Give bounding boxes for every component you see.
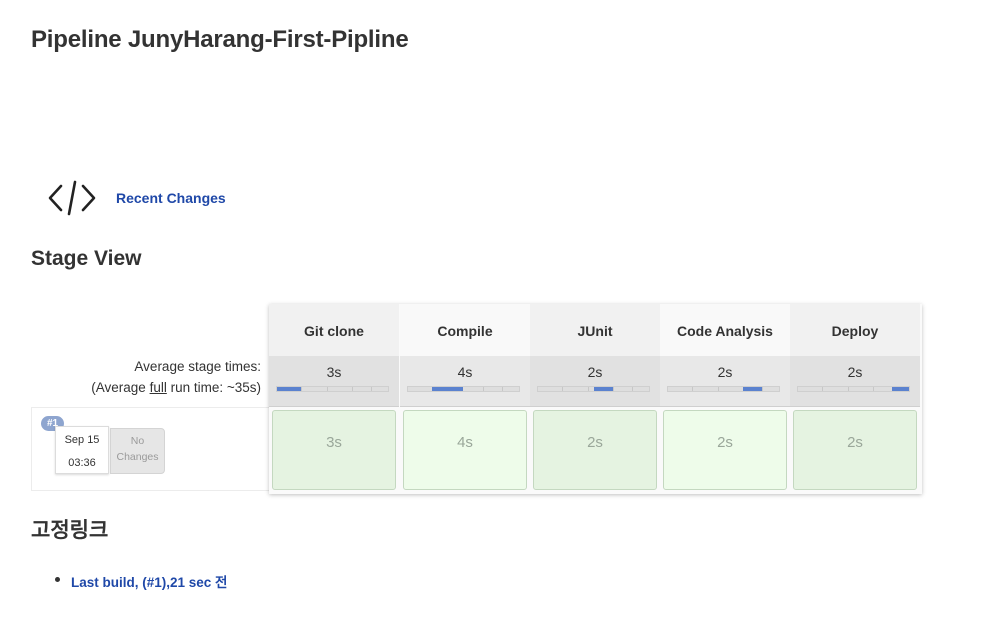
bar-tick [692, 387, 694, 391]
stage-result-cell[interactable]: 2s [793, 410, 917, 490]
last-build-link[interactable]: Last build, (#1),21 sec 전 [71, 575, 227, 590]
stage-result-cell[interactable]: 2s [533, 410, 657, 490]
bar-tick [632, 387, 634, 391]
permalinks-list: Last build, (#1),21 sec 전 [55, 571, 227, 591]
bar-tick [613, 387, 615, 391]
bar-tick [562, 387, 564, 391]
stage-duration-fill [432, 387, 464, 391]
stage-average-time: 3s [326, 364, 342, 380]
list-item: Last build, (#1),21 sec 전 [55, 571, 227, 591]
average-stage-times-label: Average stage times: [134, 359, 261, 374]
build-row-header: #1 Sep 15 03:36 No Changes [31, 407, 269, 491]
stage-header: Compile [400, 304, 530, 356]
stage-column: Git clone 3s 3s [269, 304, 399, 494]
stage-header: JUnit [530, 304, 660, 356]
stage-duration-bar [667, 386, 780, 392]
average-times-label: Average stage times: (Average full run t… [31, 356, 261, 398]
permalinks-heading: 고정링크 [31, 519, 109, 542]
stage-average-time: 2s [847, 364, 863, 380]
full-run-link[interactable]: full [150, 380, 167, 395]
stage-duration-fill [277, 387, 302, 391]
stage-duration-fill [593, 387, 614, 391]
stage-result-cell[interactable]: 4s [403, 410, 527, 490]
stage-view-heading: Stage View [31, 247, 142, 270]
stage-column: JUnit 2s 2s [530, 304, 660, 494]
bar-tick [352, 387, 354, 391]
stage-header: Git clone [269, 304, 399, 356]
recent-changes-link[interactable]: Recent Changes [116, 190, 226, 206]
stage-duration-bar [537, 386, 650, 392]
page-title: Pipeline JunyHarang-First-Pipline [31, 26, 409, 53]
stage-average-time: 4s [457, 364, 473, 380]
stage-duration-bar [276, 386, 389, 392]
stage-average: 2s [660, 356, 790, 407]
stage-column: Deploy 2s 2s [790, 304, 920, 494]
bar-tick [502, 387, 504, 391]
stage-header: Deploy [790, 304, 920, 356]
bar-tick [847, 387, 849, 391]
stage-duration-bar [797, 386, 910, 392]
stage-duration-fill [743, 387, 763, 391]
stage-table: Git clone 3s 3s Compile 4s 4s JUnit 2s 2s Code An… [269, 304, 922, 494]
build-time: 03:36 [68, 457, 96, 469]
stage-result-cell[interactable]: 3s [272, 410, 396, 490]
bar-tick [717, 387, 719, 391]
stage-average: 2s [790, 356, 920, 407]
stage-average: 2s [530, 356, 660, 407]
bar-tick [371, 387, 373, 391]
stage-duration-fill [892, 387, 909, 391]
stage-average: 3s [269, 356, 399, 407]
stage-average: 4s [400, 356, 530, 407]
code-icon[interactable] [46, 178, 98, 218]
stage-result-cell[interactable]: 2s [663, 410, 787, 490]
bar-tick [822, 387, 824, 391]
stage-average-time: 2s [587, 364, 603, 380]
bar-tick [301, 387, 303, 391]
bar-tick [873, 387, 875, 391]
average-run-time-label: (Average full run time: ~35s) [91, 380, 261, 395]
stage-column: Code Analysis 2s 2s [660, 304, 790, 494]
build-date-box: Sep 15 03:36 [55, 426, 109, 474]
stage-header: Code Analysis [660, 304, 790, 356]
recent-changes: Recent Changes [46, 178, 226, 218]
no-changes-box[interactable]: No Changes [110, 428, 165, 474]
stage-column: Compile 4s 4s [400, 304, 530, 494]
bar-tick [762, 387, 764, 391]
bar-tick [326, 387, 328, 391]
bar-tick [483, 387, 485, 391]
bullet-icon [55, 577, 60, 582]
bar-tick [587, 387, 589, 391]
stage-average-time: 2s [717, 364, 733, 380]
build-date: Sep 15 [64, 434, 100, 446]
stage-duration-bar [407, 386, 520, 392]
